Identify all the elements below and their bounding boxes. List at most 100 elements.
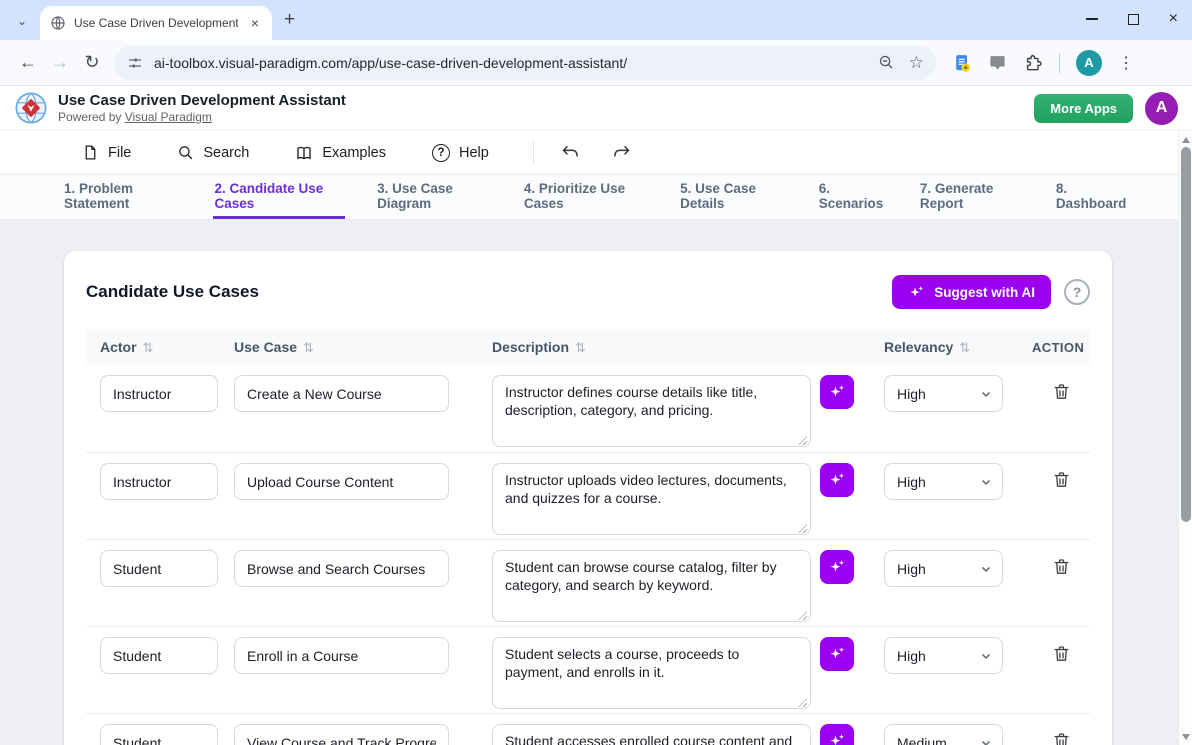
scrollbar-down-icon[interactable]: [1182, 734, 1190, 740]
relevancy-select[interactable]: High: [884, 550, 1003, 587]
relevancy-select[interactable]: High: [884, 375, 1003, 412]
tab-close-icon[interactable]: ×: [246, 14, 264, 32]
redo-icon[interactable]: [611, 142, 632, 163]
step-tab-label: 2. Candidate Use Cases: [215, 181, 344, 211]
page-title: Candidate Use Cases: [86, 282, 259, 302]
url-text[interactable]: ai-toolbox.visual-paradigm.com/app/use-c…: [154, 55, 627, 71]
window-minimize-button[interactable]: [1086, 18, 1098, 20]
column-header-description[interactable]: Description⇅: [492, 339, 820, 356]
chevron-down-icon: [980, 737, 992, 745]
step-tab[interactable]: 7. Generate Report: [918, 175, 1024, 219]
delete-row-icon[interactable]: [1052, 731, 1071, 745]
relevancy-select[interactable]: High: [884, 637, 1003, 674]
window-close-button[interactable]: ×: [1169, 10, 1178, 28]
relevancy-value: High: [897, 648, 926, 664]
sparkle-icon: [908, 284, 925, 301]
step-tab-label: 4. Prioritize Use Cases: [524, 181, 646, 211]
menu-help[interactable]: ? Help: [420, 137, 501, 169]
actor-input[interactable]: [100, 463, 218, 500]
chevron-down-icon: [980, 650, 992, 662]
table-header: Actor⇅ Use Case⇅ Description⇅ Relevancy⇅…: [86, 329, 1090, 365]
suggest-with-ai-button[interactable]: Suggest with AI: [892, 275, 1051, 309]
column-header-use-case[interactable]: Use Case⇅: [234, 339, 492, 356]
chevron-down-icon: [980, 476, 992, 488]
zoom-out-icon[interactable]: [878, 54, 895, 71]
browser-profile-avatar[interactable]: A: [1076, 50, 1102, 76]
ai-suggest-row-button[interactable]: [820, 724, 854, 745]
use-case-input[interactable]: [234, 550, 449, 587]
tab-search-button[interactable]: ⌄: [8, 7, 36, 35]
address-bar[interactable]: ai-toolbox.visual-paradigm.com/app/use-c…: [114, 46, 936, 80]
user-avatar[interactable]: A: [1145, 92, 1178, 125]
actor-input[interactable]: [100, 724, 218, 745]
sort-icon: ⇅: [575, 340, 586, 355]
actor-input[interactable]: [100, 637, 218, 674]
step-tab-label: 6. Scenarios: [819, 181, 886, 211]
bookmark-star-icon[interactable]: ☆: [909, 53, 924, 73]
step-tab-label: 1. Problem Statement: [64, 181, 181, 211]
use-case-input[interactable]: [234, 463, 449, 500]
undo-icon[interactable]: [560, 142, 581, 163]
step-tab[interactable]: 6. Scenarios: [817, 175, 888, 219]
relevancy-select[interactable]: High: [884, 463, 1003, 500]
menu-file[interactable]: File: [70, 137, 143, 168]
browser-tab[interactable]: Use Case Driven Development Assistant ×: [40, 6, 272, 40]
feedback-extension-icon[interactable]: [988, 53, 1007, 72]
forward-icon[interactable]: →: [44, 52, 76, 73]
actor-input[interactable]: [100, 375, 218, 412]
back-icon[interactable]: ←: [12, 52, 44, 73]
reload-icon[interactable]: ↻: [76, 52, 108, 73]
delete-row-icon[interactable]: [1052, 644, 1071, 663]
browser-titlebar: ⌄ Use Case Driven Development Assistant …: [0, 0, 1192, 40]
page-scrollbar[interactable]: [1178, 132, 1192, 745]
menu-examples[interactable]: Examples: [283, 137, 398, 169]
delete-row-icon[interactable]: [1052, 470, 1071, 489]
step-tab[interactable]: 5. Use Case Details: [678, 175, 787, 219]
ai-suggest-row-button[interactable]: [820, 463, 854, 497]
scrollbar-up-icon[interactable]: [1182, 137, 1190, 143]
description-textarea[interactable]: Student accesses enrolled course content…: [492, 724, 811, 745]
step-tab[interactable]: 3. Use Case Diagram: [375, 175, 492, 219]
visual-paradigm-link[interactable]: Visual Paradigm: [125, 110, 212, 124]
new-tab-button[interactable]: +: [284, 9, 295, 31]
delete-row-icon[interactable]: [1052, 557, 1071, 576]
sparkle-icon: [828, 558, 846, 576]
ai-suggest-row-button[interactable]: [820, 550, 854, 584]
description-textarea[interactable]: Instructor uploads video lectures, docum…: [492, 463, 811, 535]
site-info-icon[interactable]: [126, 54, 144, 72]
step-tab[interactable]: 2. Candidate Use Cases: [213, 175, 346, 219]
step-tab[interactable]: 8. Dashboard: [1054, 175, 1130, 219]
browser-menu-icon[interactable]: ⋮: [1118, 53, 1134, 73]
ai-suggest-row-button[interactable]: [820, 375, 854, 409]
chevron-down-icon: [980, 563, 992, 575]
table-row: Instructor defines course details like t…: [86, 365, 1090, 452]
ai-suggest-row-button[interactable]: [820, 637, 854, 671]
more-apps-button[interactable]: More Apps: [1034, 94, 1133, 123]
column-header-actor[interactable]: Actor⇅: [86, 339, 234, 356]
extensions-area: A ⋮: [952, 50, 1134, 76]
step-tab-label: 3. Use Case Diagram: [377, 181, 490, 211]
extensions-puzzle-icon[interactable]: [1023, 53, 1043, 73]
panel-help-icon[interactable]: ?: [1064, 279, 1090, 305]
delete-row-icon[interactable]: [1052, 382, 1071, 401]
file-icon: [82, 144, 99, 161]
use-case-input[interactable]: [234, 375, 449, 412]
suggest-with-ai-label: Suggest with AI: [934, 285, 1035, 300]
candidate-use-cases-card: Candidate Use Cases Suggest with AI ? Ac…: [64, 251, 1112, 745]
use-case-input[interactable]: [234, 637, 449, 674]
use-case-input[interactable]: [234, 724, 449, 745]
relevancy-select[interactable]: Medium: [884, 724, 1003, 745]
window-maximize-button[interactable]: [1128, 14, 1139, 25]
tab-title: Use Case Driven Development Assistant: [74, 16, 238, 30]
sparkle-icon: [828, 383, 846, 401]
description-textarea[interactable]: Student can browse course catalog, filte…: [492, 550, 811, 622]
column-header-relevancy[interactable]: Relevancy⇅: [884, 339, 1032, 356]
docs-extension-icon[interactable]: [952, 53, 972, 73]
description-textarea[interactable]: Student selects a course, proceeds to pa…: [492, 637, 811, 709]
menu-search[interactable]: Search: [165, 137, 261, 168]
actor-input[interactable]: [100, 550, 218, 587]
step-tab[interactable]: 4. Prioritize Use Cases: [522, 175, 648, 219]
scrollbar-thumb[interactable]: [1181, 147, 1191, 522]
step-tab[interactable]: 1. Problem Statement: [62, 175, 183, 219]
description-textarea[interactable]: Instructor defines course details like t…: [492, 375, 811, 447]
